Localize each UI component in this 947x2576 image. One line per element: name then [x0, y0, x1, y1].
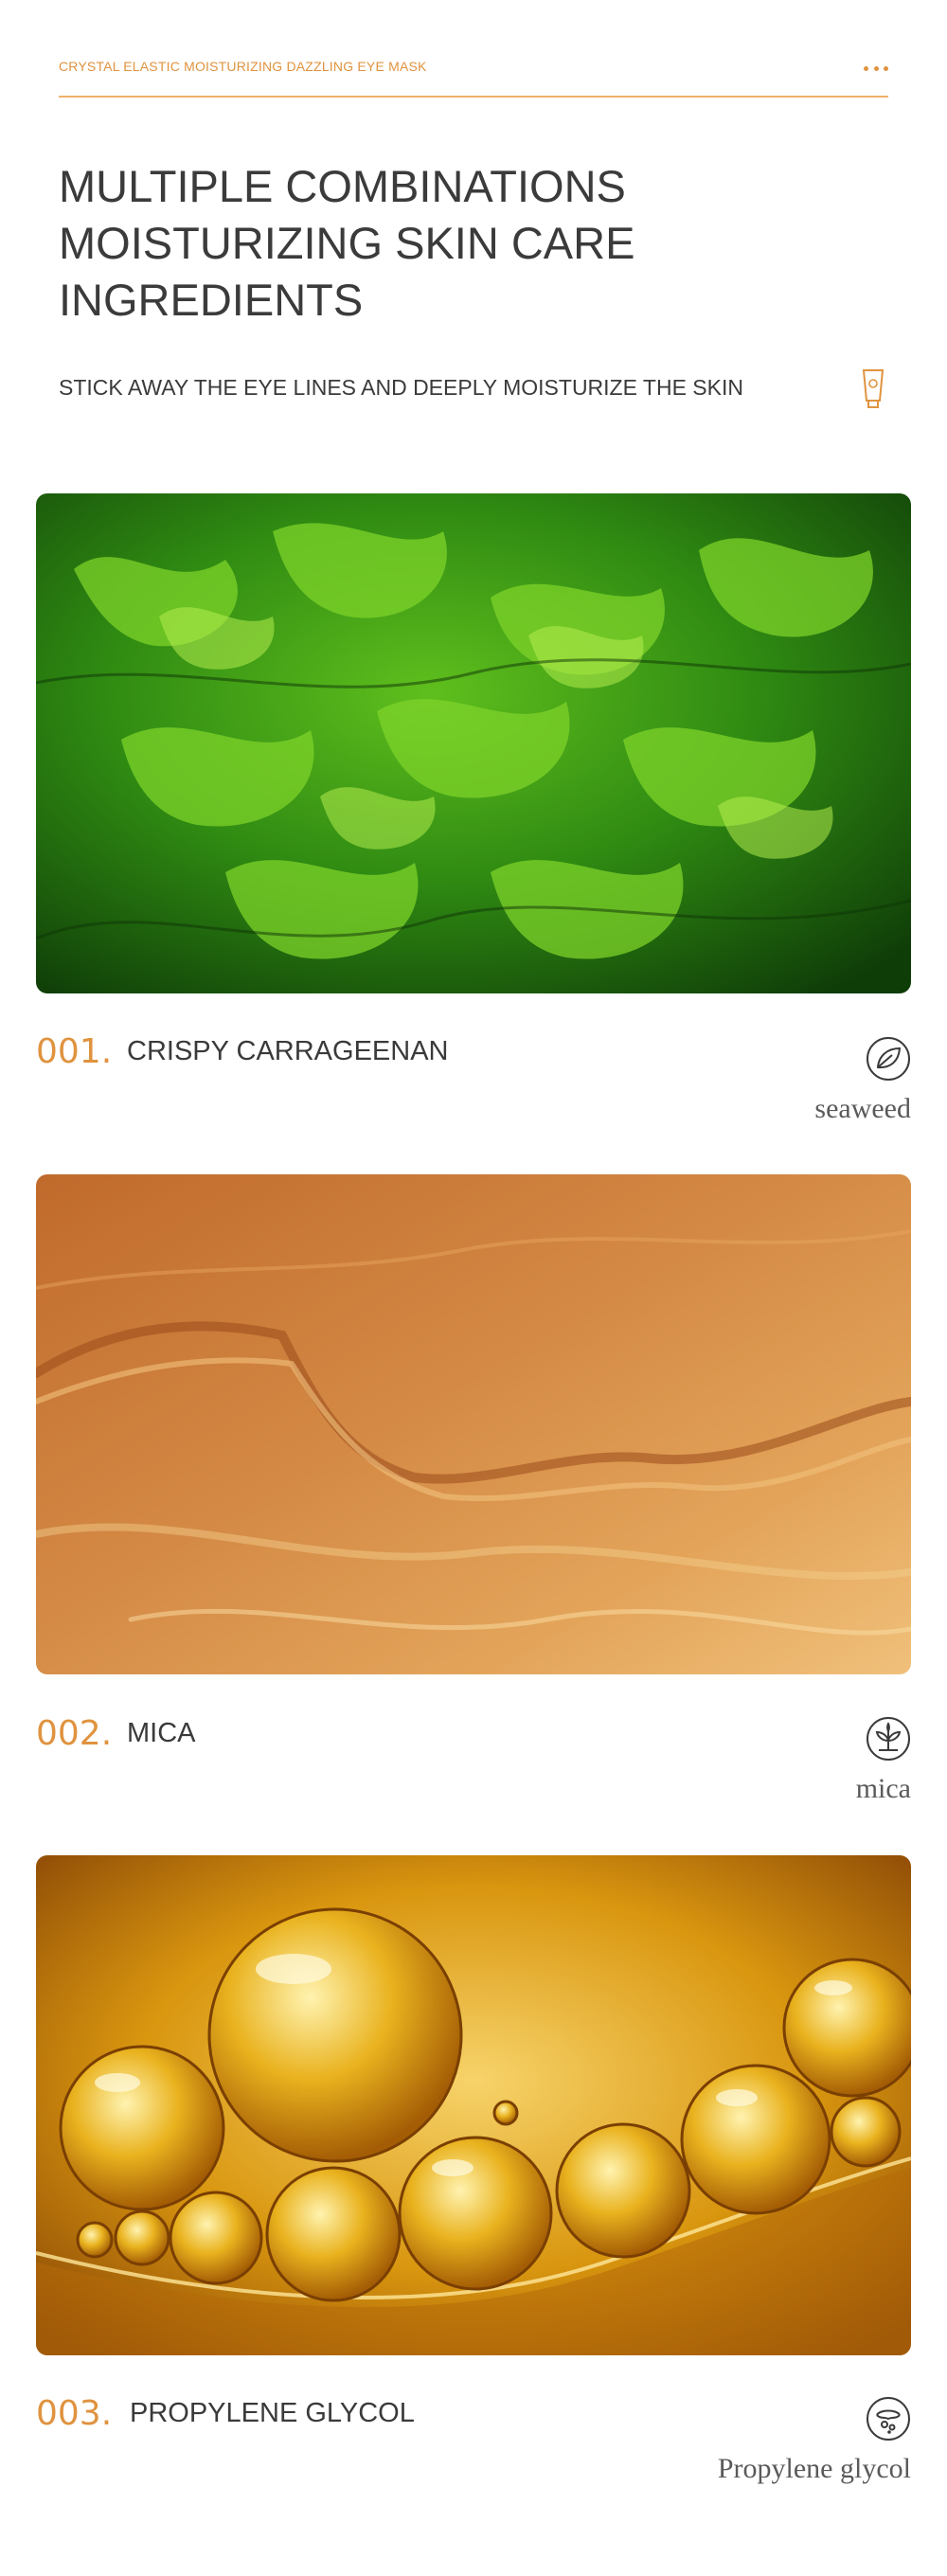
title-line: MOISTURIZING SKIN CARE — [59, 218, 635, 268]
page-subtitle: STICK AWAY THE EYE LINES AND DEEPLY MOIS… — [59, 375, 743, 400]
ingredient-subtitle: mica — [855, 1773, 911, 1804]
more-dots-icon[interactable] — [864, 64, 888, 72]
ingredient-name: PROPYLENE GLYCOL — [130, 2398, 415, 2428]
ingredient-subtitle: seaweed — [814, 1093, 911, 1124]
title-line: MULTIPLE COMBINATIONS — [59, 161, 626, 211]
ingredient-number: 003. — [36, 2394, 113, 2433]
header-divider — [59, 96, 888, 98]
page-title: MULTIPLE COMBINATIONS MOISTURIZING SKIN … — [59, 158, 873, 329]
cream-tube-icon — [862, 369, 884, 408]
green-seaweed-photo — [36, 493, 911, 993]
leaf-icon — [867, 1037, 910, 1081]
ingredient-number: 001. — [36, 1032, 113, 1071]
ingredient-subtitle: Propylene glycol — [717, 2453, 911, 2484]
ingredient-name: CRISPY CARRAGEENAN — [127, 1036, 449, 1066]
golden-mica-photo — [36, 1174, 911, 1674]
ingredient-number: 002. — [36, 1714, 113, 1753]
title-line: INGREDIENTS — [59, 275, 364, 325]
plant-sprout-icon — [867, 1717, 910, 1761]
golden-oil-bubbles-photo — [36, 1855, 911, 2355]
header-label: CRYSTAL ELASTIC MOISTURIZING DAZZLING EY… — [59, 59, 427, 74]
ingredient-name: MICA — [127, 1718, 196, 1748]
bubbles-icon — [867, 2397, 910, 2441]
